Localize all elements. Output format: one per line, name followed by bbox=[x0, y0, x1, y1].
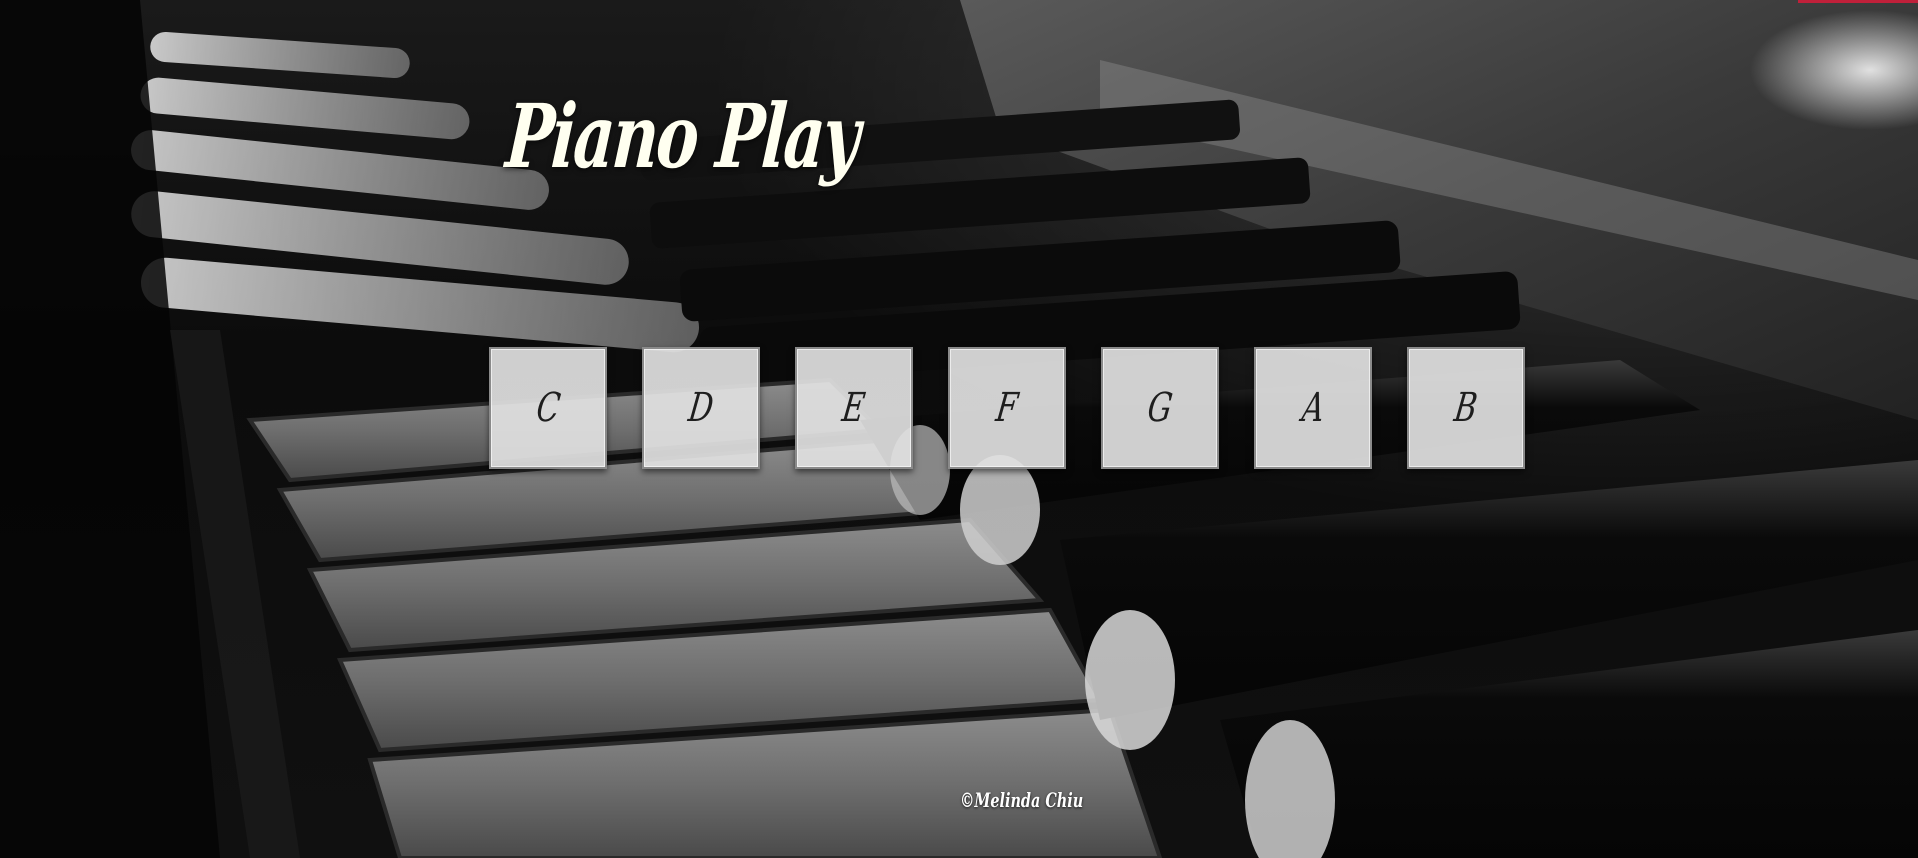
note-button-f[interactable]: F bbox=[948, 347, 1066, 469]
note-label: B bbox=[1451, 385, 1481, 431]
note-label: G bbox=[1144, 385, 1176, 431]
note-label: D bbox=[685, 385, 717, 431]
note-label: C bbox=[533, 385, 563, 431]
note-label: A bbox=[1299, 385, 1327, 431]
note-button-row: C D E F G A B bbox=[489, 347, 1525, 469]
copyright-credit: ©Melinda Chiu bbox=[960, 788, 1084, 812]
note-button-g[interactable]: G bbox=[1101, 347, 1219, 469]
note-button-d[interactable]: D bbox=[642, 347, 760, 469]
note-label: F bbox=[993, 385, 1021, 431]
note-button-e[interactable]: E bbox=[795, 347, 913, 469]
note-button-a[interactable]: A bbox=[1254, 347, 1372, 469]
note-button-b[interactable]: B bbox=[1407, 347, 1525, 469]
piano-page: Piano Play C D E F G A B ©Melinda Chiu bbox=[0, 0, 1918, 858]
page-title: Piano Play bbox=[502, 84, 862, 188]
note-button-c[interactable]: C bbox=[489, 347, 607, 469]
note-label: E bbox=[839, 385, 868, 431]
top-accent-line bbox=[1798, 0, 1918, 3]
